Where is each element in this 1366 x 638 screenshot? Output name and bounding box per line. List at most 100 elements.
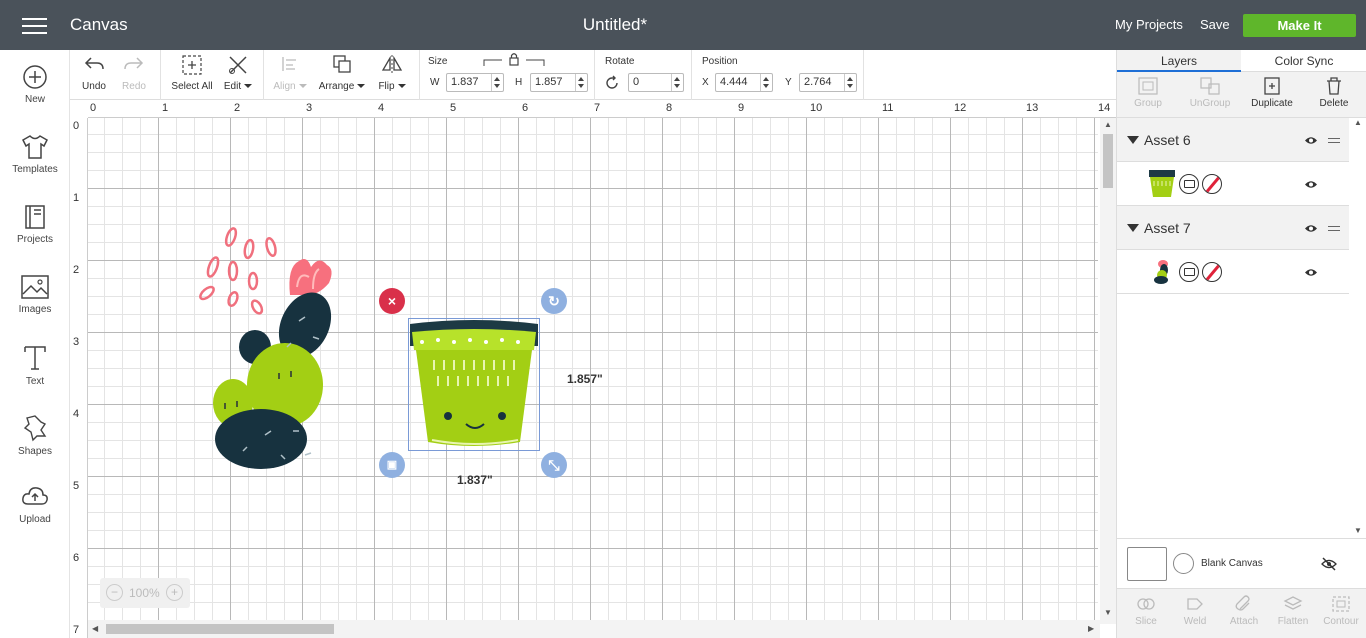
sidebar-item-images[interactable]: Images	[0, 274, 70, 344]
vertical-scrollbar[interactable]: ▲ ▼	[1100, 118, 1116, 624]
toolbar-divider	[419, 50, 420, 100]
print-then-cut-icon[interactable]	[1179, 174, 1199, 194]
zoom-out-button[interactable]: −	[106, 584, 123, 601]
selection-bounding-box[interactable]	[408, 318, 540, 451]
scroll-down-icon[interactable]: ▼	[1104, 608, 1112, 617]
edit-button[interactable]: Edit	[220, 50, 256, 100]
flip-button[interactable]: Flip	[374, 50, 410, 100]
horizontal-scrollbar[interactable]: ◀ ▶	[88, 620, 1100, 638]
resize-handle-icon[interactable]: ⤡	[541, 452, 567, 478]
rotate-handle-icon[interactable]: ↻	[541, 288, 567, 314]
eye-icon[interactable]	[1304, 180, 1318, 189]
undo-button[interactable]: Undo	[76, 50, 112, 100]
rotate-input[interactable]: 0	[628, 73, 684, 92]
my-projects-link[interactable]: My Projects	[1115, 17, 1183, 32]
sidebar-item-text[interactable]: Text	[0, 344, 70, 414]
flatten-button[interactable]: Flatten	[1269, 595, 1317, 627]
document-title: Untitled*	[582, 15, 648, 34]
height-input[interactable]: 1.857	[530, 73, 588, 92]
group-button[interactable]: Group	[1117, 76, 1179, 109]
scroll-up-icon[interactable]: ▲	[1354, 118, 1362, 127]
toolbar-divider	[263, 50, 264, 100]
select-all-label: Select All	[171, 81, 213, 92]
ruler-horizontal: 0 1 2 3 4 5 6 7 8 9 10 11 12 13 14	[88, 100, 1116, 118]
shapes-icon	[23, 415, 47, 442]
sidebar-item-templates[interactable]: Templates	[0, 134, 70, 204]
make-it-button[interactable]: Make It	[1243, 14, 1356, 37]
group-icon	[1138, 77, 1158, 95]
height-stepper[interactable]	[575, 74, 587, 91]
ungroup-icon	[1200, 77, 1220, 95]
rotate-stepper[interactable]	[671, 74, 683, 91]
width-stepper[interactable]	[491, 74, 503, 91]
duplicate-button[interactable]: Duplicate	[1241, 76, 1303, 109]
scroll-down-icon[interactable]: ▼	[1354, 526, 1362, 535]
eye-hidden-icon[interactable]	[1321, 557, 1337, 571]
x-stepper[interactable]	[760, 74, 772, 91]
blank-canvas-row: Blank Canvas	[1117, 538, 1366, 588]
design-canvas[interactable]: 0 1 2 3 4 5 6 7 8 9 10 11 12 13 14 01234567	[70, 100, 1116, 638]
width-dimension: 1.837"	[457, 473, 493, 487]
asset-name: Asset 7	[1144, 220, 1191, 236]
y-input[interactable]: 2.764	[799, 73, 857, 92]
asset-group-header[interactable]: Asset 6	[1117, 118, 1349, 162]
lock-aspect-icon[interactable]	[482, 52, 546, 70]
drag-handle-icon[interactable]	[1328, 138, 1340, 143]
ruler-tick-label: 13	[1026, 102, 1039, 114]
scroll-up-icon[interactable]: ▲	[1104, 120, 1112, 129]
save-button[interactable]: Save	[1200, 17, 1230, 32]
layer-row[interactable]	[1117, 250, 1349, 294]
canvas-color-swatch[interactable]	[1127, 547, 1167, 581]
rotate-label: Rotate	[605, 56, 635, 67]
tab-color-sync[interactable]: Color Sync	[1241, 50, 1366, 72]
drag-handle-icon[interactable]	[1328, 226, 1340, 231]
sidebar-item-shapes[interactable]: Shapes	[0, 414, 70, 484]
cactus-image[interactable]	[195, 225, 365, 470]
weld-button[interactable]: Weld	[1171, 595, 1219, 627]
no-fill-icon[interactable]	[1202, 262, 1222, 282]
close-icon[interactable]: ×	[379, 288, 405, 314]
align-button[interactable]: Align	[270, 50, 310, 100]
eye-icon[interactable]	[1304, 136, 1318, 145]
slice-button[interactable]: Slice	[1122, 595, 1170, 627]
width-input[interactable]: 1.837	[446, 73, 504, 92]
sidebar-item-upload[interactable]: Upload	[0, 484, 70, 554]
asset-group-header[interactable]: Asset 7	[1117, 206, 1349, 250]
sidebar-label: Text	[25, 376, 45, 387]
x-input[interactable]: 4.444	[715, 73, 773, 92]
ruler-tick-label: 12	[954, 102, 967, 114]
attach-button[interactable]: Attach	[1220, 595, 1268, 627]
delete-button[interactable]: Delete	[1303, 76, 1365, 109]
eye-icon[interactable]	[1304, 268, 1318, 277]
canvas-color-picker[interactable]	[1173, 553, 1194, 574]
image-icon	[21, 275, 49, 299]
scroll-left-icon[interactable]: ◀	[92, 624, 98, 633]
print-then-cut-icon[interactable]	[1179, 262, 1199, 282]
no-fill-icon[interactable]	[1202, 174, 1222, 194]
horizontal-scroll-thumb[interactable]	[106, 624, 334, 634]
lock-icon[interactable]: ▣	[379, 452, 405, 478]
height-value: 1.857	[535, 76, 563, 88]
sidebar-item-projects[interactable]: Projects	[0, 204, 70, 274]
arrange-button[interactable]: Arrange	[314, 50, 370, 100]
scroll-right-icon[interactable]: ▶	[1088, 624, 1094, 633]
ungroup-button[interactable]: UnGroup	[1179, 76, 1241, 109]
select-all-button[interactable]: Select All	[168, 50, 216, 100]
layer-row[interactable]	[1117, 162, 1349, 206]
y-label: Y	[785, 77, 792, 88]
zoom-in-button[interactable]: +	[166, 584, 183, 601]
tab-layers[interactable]: Layers	[1117, 50, 1241, 72]
contour-button[interactable]: Contour	[1317, 595, 1365, 627]
panel-scrollbar[interactable]: ▲ ▼	[1351, 118, 1365, 538]
vertical-scroll-thumb[interactable]	[1103, 134, 1113, 188]
redo-button[interactable]: Redo	[116, 50, 152, 100]
collapse-triangle-icon[interactable]	[1127, 136, 1139, 144]
y-stepper[interactable]	[844, 74, 856, 91]
weld-icon	[1187, 598, 1203, 610]
align-dropdown: Align	[270, 81, 310, 92]
ungroup-label: UnGroup	[1189, 98, 1231, 109]
collapse-triangle-icon[interactable]	[1127, 224, 1139, 232]
ruler-tick-label: 3	[306, 102, 313, 114]
eye-icon[interactable]	[1304, 224, 1318, 233]
sidebar-item-new[interactable]: New	[0, 64, 70, 134]
